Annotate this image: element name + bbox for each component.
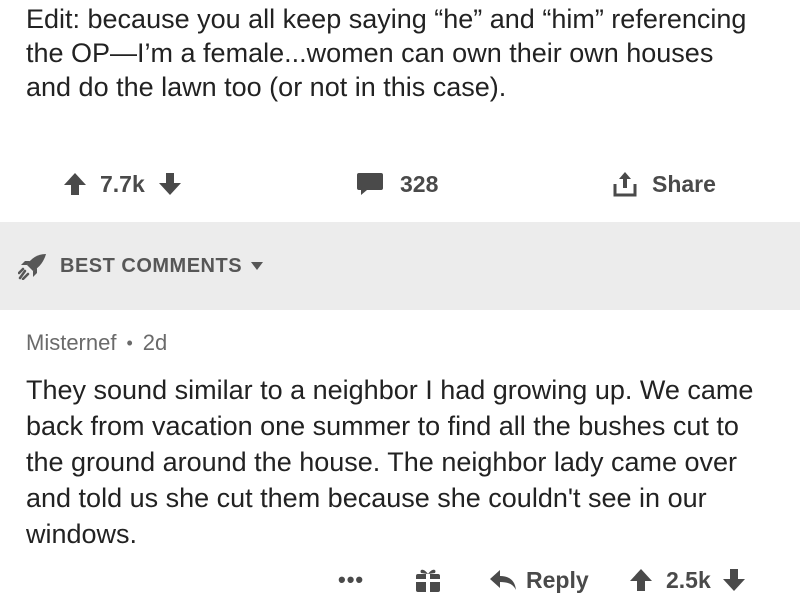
rocket-icon (18, 252, 48, 280)
gift-icon (414, 566, 442, 594)
comment-meta: Misternef • 2d (26, 330, 167, 356)
comment-body-text: They sound similar to a neighbor I had g… (26, 375, 754, 549)
reply-label: Reply (526, 566, 589, 593)
upvote-icon[interactable] (62, 171, 88, 197)
downvote-icon[interactable] (157, 171, 183, 197)
post-vote-group: 7.7k (62, 162, 183, 206)
post-vote-count: 7.7k (100, 170, 145, 197)
share-label: Share (652, 170, 716, 197)
comment-icon (356, 171, 384, 197)
comment-action-bar: ••• Reply 2.5k (0, 558, 800, 602)
comment-age: 2d (142, 330, 168, 355)
comment-sort-bar: BEST COMMENTS (0, 222, 800, 310)
sort-label: BEST COMMENTS (60, 254, 243, 277)
meta-separator: • (126, 332, 133, 353)
comment-vote-count: 2.5k (666, 566, 711, 593)
share-icon (612, 170, 638, 198)
sort-dropdown[interactable]: BEST COMMENTS (18, 222, 264, 310)
reply-icon (488, 568, 518, 592)
downvote-icon[interactable] (721, 567, 747, 593)
comment-vote-group: 2.5k (628, 558, 747, 602)
gift-button[interactable] (414, 558, 442, 602)
caret-down-icon (250, 261, 264, 271)
comment-author[interactable]: Misternef (26, 330, 116, 356)
post-comments-button[interactable]: 328 (356, 162, 438, 206)
post-action-bar: 7.7k 328 Share (0, 162, 800, 206)
reply-button[interactable]: Reply (488, 558, 589, 602)
upvote-icon[interactable] (628, 567, 654, 593)
more-options-button[interactable]: ••• (338, 558, 364, 602)
post-body-text: Edit: because you all keep saying “he” a… (26, 4, 747, 102)
share-button[interactable]: Share (612, 162, 716, 206)
post-comment-count: 328 (400, 170, 439, 197)
